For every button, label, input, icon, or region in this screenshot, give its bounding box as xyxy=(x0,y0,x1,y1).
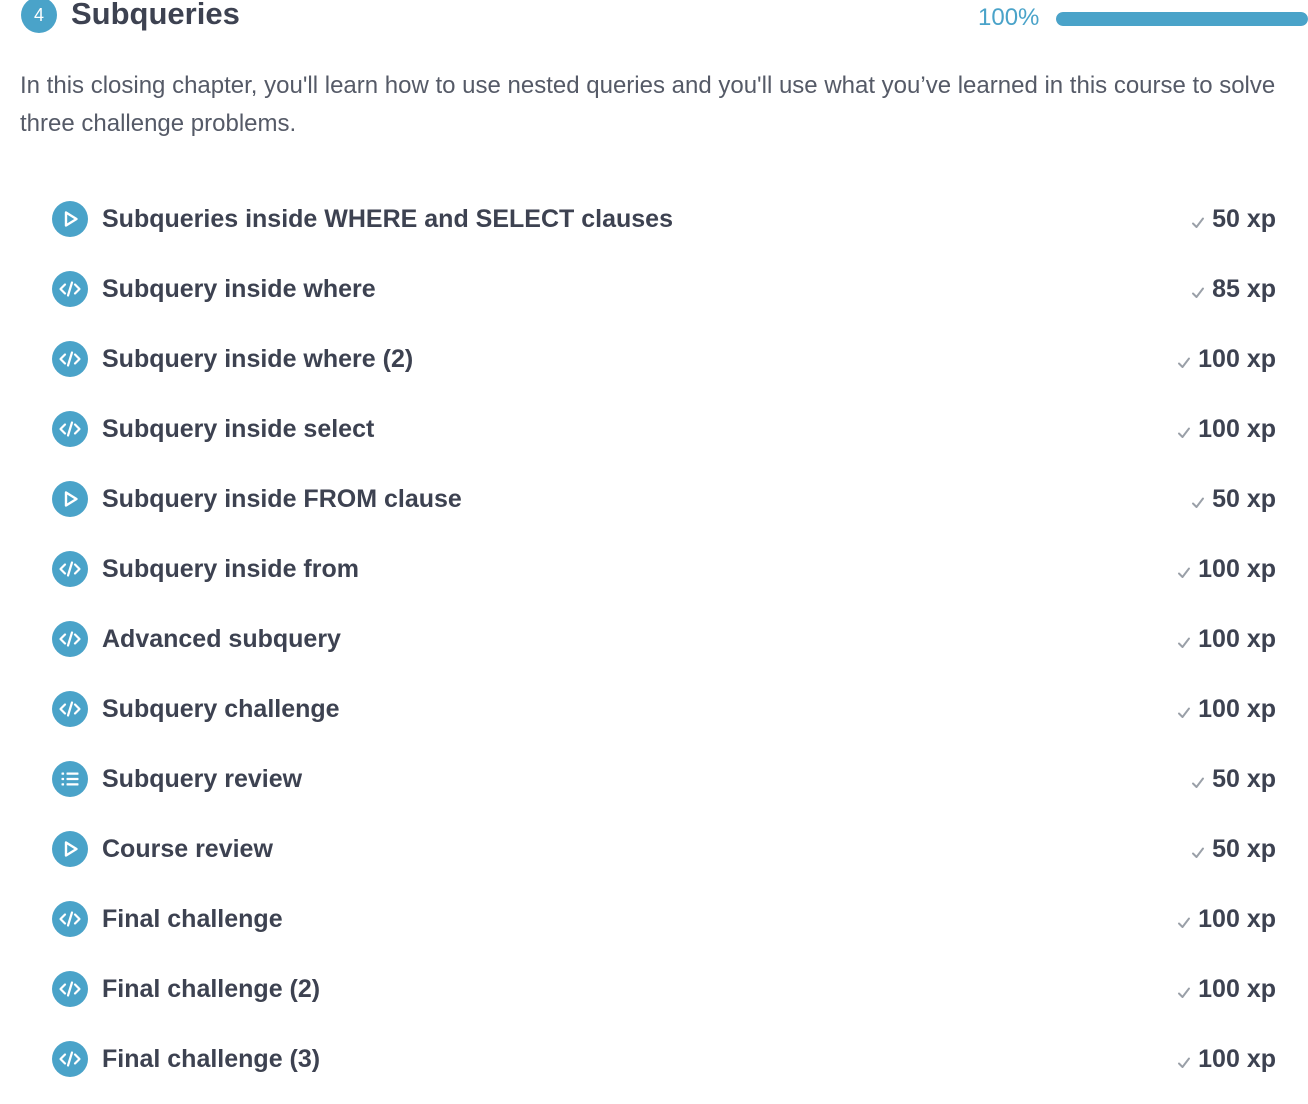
exercise-xp-group: 100 xp xyxy=(1176,343,1276,375)
exercise-xp-group: 50 xp xyxy=(1190,483,1276,515)
exercise-xp: 100 xp xyxy=(1198,555,1276,583)
video-play-icon xyxy=(52,201,88,237)
exercise-row[interactable]: Subqueries inside WHERE and SELECT claus… xyxy=(50,184,1276,254)
multiple-choice-list-icon xyxy=(52,761,88,797)
exercise-xp: 50 xp xyxy=(1212,485,1276,513)
exercise-title[interactable]: Subquery inside select xyxy=(102,413,374,445)
exercise-row[interactable]: Final challenge 100 xp xyxy=(50,884,1276,954)
code-icon xyxy=(52,271,88,307)
exercise-xp: 50 xp xyxy=(1212,205,1276,233)
exercise-row[interactable]: Subquery inside where 85 xp xyxy=(50,254,1276,324)
exercise-title[interactable]: Final challenge (2) xyxy=(102,973,320,1005)
exercise-list: Subqueries inside WHERE and SELECT claus… xyxy=(50,184,1276,1094)
checkmark-icon xyxy=(1190,495,1206,511)
exercise-xp: 100 xp xyxy=(1198,975,1276,1003)
checkmark-icon xyxy=(1190,775,1206,791)
exercise-xp: 50 xp xyxy=(1212,765,1276,793)
exercise-row[interactable]: Subquery review 50 xp xyxy=(50,744,1276,814)
exercise-xp: 100 xp xyxy=(1198,415,1276,443)
checkmark-icon xyxy=(1176,985,1192,1001)
chapter-header: 4 Subqueries 100% xyxy=(20,0,1308,36)
chapter-title[interactable]: Subqueries xyxy=(71,0,240,34)
checkmark-icon xyxy=(1176,565,1192,581)
code-icon xyxy=(52,621,88,657)
exercise-xp-group: 85 xp xyxy=(1190,273,1276,305)
exercise-title[interactable]: Subquery inside FROM clause xyxy=(102,483,462,515)
video-play-icon xyxy=(52,481,88,517)
exercise-xp-group: 100 xp xyxy=(1176,623,1276,655)
exercise-xp-group: 100 xp xyxy=(1176,693,1276,725)
exercise-title[interactable]: Subquery review xyxy=(102,763,302,795)
code-icon xyxy=(52,691,88,727)
video-play-icon xyxy=(52,831,88,867)
checkmark-icon xyxy=(1176,355,1192,371)
exercise-xp: 100 xp xyxy=(1198,905,1276,933)
code-icon xyxy=(52,551,88,587)
exercise-title[interactable]: Subqueries inside WHERE and SELECT claus… xyxy=(102,203,673,235)
chapter-progress-bar xyxy=(1056,12,1308,26)
exercise-row[interactable]: Subquery inside select 100 xp xyxy=(50,394,1276,464)
exercise-row[interactable]: Course review 50 xp xyxy=(50,814,1276,884)
exercise-title[interactable]: Subquery inside from xyxy=(102,553,359,585)
exercise-row[interactable]: Subquery challenge 100 xp xyxy=(50,674,1276,744)
code-icon xyxy=(52,411,88,447)
exercise-xp-group: 100 xp xyxy=(1176,553,1276,585)
exercise-xp: 100 xp xyxy=(1198,1045,1276,1073)
code-icon xyxy=(52,971,88,1007)
exercise-xp: 100 xp xyxy=(1198,625,1276,653)
checkmark-icon xyxy=(1190,845,1206,861)
exercise-xp-group: 50 xp xyxy=(1190,203,1276,235)
checkmark-icon xyxy=(1176,635,1192,651)
exercise-xp-group: 50 xp xyxy=(1190,763,1276,795)
chapter-progress-label: 100% xyxy=(978,4,1040,31)
exercise-xp-group: 100 xp xyxy=(1176,903,1276,935)
exercise-row[interactable]: Final challenge (2) 100 xp xyxy=(50,954,1276,1024)
checkmark-icon xyxy=(1176,425,1192,441)
exercise-row[interactable]: Subquery inside from 100 xp xyxy=(50,534,1276,604)
exercise-xp-group: 100 xp xyxy=(1176,1043,1276,1075)
exercise-title[interactable]: Final challenge (3) xyxy=(102,1043,320,1075)
exercise-xp: 100 xp xyxy=(1198,695,1276,723)
exercise-xp-group: 100 xp xyxy=(1176,413,1276,445)
chapter-progress-fill xyxy=(1056,12,1308,26)
exercise-title[interactable]: Final challenge xyxy=(102,903,283,935)
chapter-number-badge: 4 xyxy=(21,0,57,33)
exercise-xp-group: 100 xp xyxy=(1176,973,1276,1005)
exercise-title[interactable]: Subquery inside where xyxy=(102,273,376,305)
exercise-title[interactable]: Subquery challenge xyxy=(102,693,340,725)
exercise-xp: 100 xp xyxy=(1198,345,1276,373)
checkmark-icon xyxy=(1176,1055,1192,1071)
exercise-row[interactable]: Subquery inside FROM clause 50 xp xyxy=(50,464,1276,534)
exercise-row[interactable]: Advanced subquery 100 xp xyxy=(50,604,1276,674)
exercise-xp: 50 xp xyxy=(1212,835,1276,863)
exercise-xp-group: 50 xp xyxy=(1190,833,1276,865)
checkmark-icon xyxy=(1176,915,1192,931)
chapter-description: In this closing chapter, you'll learn ho… xyxy=(20,72,1276,137)
exercise-title[interactable]: Course review xyxy=(102,833,273,865)
exercise-xp: 85 xp xyxy=(1212,275,1276,303)
exercise-title[interactable]: Advanced subquery xyxy=(102,623,341,655)
checkmark-icon xyxy=(1190,215,1206,231)
exercise-row[interactable]: Subquery inside where (2) 100 xp xyxy=(50,324,1276,394)
exercise-title[interactable]: Subquery inside where (2) xyxy=(102,343,413,375)
checkmark-icon xyxy=(1190,285,1206,301)
code-icon xyxy=(52,901,88,937)
checkmark-icon xyxy=(1176,705,1192,721)
exercise-row[interactable]: Final challenge (3) 100 xp xyxy=(50,1024,1276,1094)
code-icon xyxy=(52,1041,88,1077)
code-icon xyxy=(52,341,88,377)
